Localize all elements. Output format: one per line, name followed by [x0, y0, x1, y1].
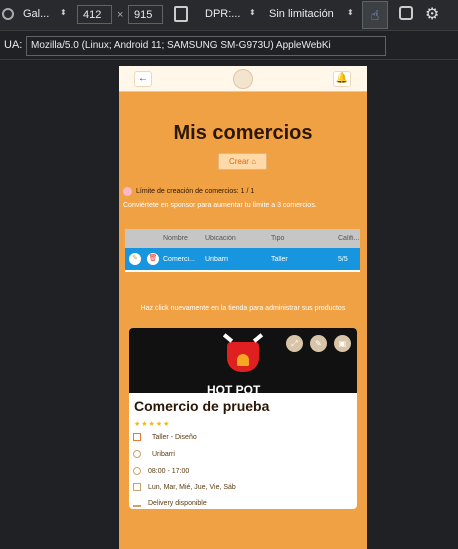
- dpr-select[interactable]: DPR:...: [205, 8, 240, 20]
- table-cell: 5/5: [338, 255, 348, 263]
- shop-card[interactable]: HOT POT ⤢ ✎ ▣ Comercio de prueba ★★★★★ T…: [129, 328, 357, 509]
- hours-text: 08:00 - 17:00: [148, 467, 190, 475]
- touch-icon[interactable]: ☝: [362, 1, 388, 29]
- hotpot-logo-icon: [217, 330, 269, 380]
- table-row[interactable]: ✎ 🗑 Comerci... Uribarri Taller 5/5: [125, 248, 360, 270]
- device-select[interactable]: Gal...: [23, 8, 49, 20]
- days-text: Lun, Mar, Mié, Jue, Vie, Sáb: [148, 483, 236, 491]
- shop-image: HOT POT ⤢ ✎ ▣: [129, 328, 357, 397]
- column-header: Ubicación: [205, 235, 236, 242]
- box-icon[interactable]: ▣: [334, 335, 351, 352]
- location-icon: [133, 450, 141, 458]
- chevron-updown-icon: ⬍: [347, 8, 354, 17]
- device-icon: [2, 8, 14, 20]
- avatar[interactable]: [233, 69, 253, 89]
- store-icon: [133, 433, 141, 441]
- rotate-icon[interactable]: [174, 6, 188, 22]
- edit-icon[interactable]: ✎: [310, 335, 327, 352]
- devtools-toolbar: Gal... ⬍ 412 × 915 DPR:... ⬍ Sin limitac…: [0, 0, 458, 30]
- expand-icon[interactable]: ⤢: [286, 335, 303, 352]
- category-text: Taller - Diseño: [152, 433, 197, 441]
- trash-icon[interactable]: 🗑: [146, 253, 159, 265]
- page-title: Mis comercios: [173, 122, 313, 144]
- height-input[interactable]: 915: [128, 5, 163, 24]
- back-button[interactable]: ←: [134, 71, 152, 87]
- image-caption: HOT POT: [207, 383, 261, 397]
- phone-viewport: ← 🔔 Mis comercios Crear ⌂ Límite de crea…: [119, 66, 367, 549]
- gear-icon[interactable]: ⚙: [425, 4, 439, 24]
- table-cell: Comerci...: [163, 255, 195, 263]
- hint-text: Haz click nuevamente en la tienda para a…: [140, 305, 346, 312]
- column-header: Tipo: [271, 235, 285, 242]
- ua-bar: UA: Mozilla/5.0 (Linux; Android 11; SAMS…: [0, 30, 458, 60]
- ua-input[interactable]: Mozilla/5.0 (Linux; Android 11; SAMSUNG …: [26, 36, 386, 56]
- column-header: Califi...: [338, 235, 360, 242]
- times-label: ×: [117, 9, 124, 21]
- table-cell: Uribarri: [205, 255, 228, 263]
- column-header: Nombre: [163, 235, 188, 242]
- throttle-select[interactable]: Sin limitación: [269, 8, 334, 20]
- notification-button[interactable]: 🔔: [333, 71, 351, 87]
- shop-title: Comercio de prueba: [134, 398, 270, 414]
- category-row: Taller - Diseño: [133, 433, 197, 441]
- top-bar: ← 🔔: [119, 66, 367, 92]
- location-text: Uribarri: [152, 450, 175, 458]
- delivery-row: Delivery disponible: [133, 499, 207, 507]
- days-row: Lun, Mar, Mié, Jue, Vie, Sáb: [133, 483, 236, 491]
- create-label: Crear: [228, 157, 249, 166]
- edit-icon[interactable]: ✎: [129, 253, 141, 265]
- limit-text: Límite de creación de comercios: 1 / 1: [136, 188, 255, 195]
- table-cell: Taller: [271, 255, 288, 263]
- width-input[interactable]: 412: [77, 5, 112, 24]
- limit-row: Límite de creación de comercios: 1 / 1: [123, 187, 254, 196]
- alert-icon: [123, 187, 132, 196]
- chevron-updown-icon: ⬍: [60, 8, 67, 17]
- chevron-updown-icon: ⬍: [249, 8, 256, 17]
- clock-icon: [133, 467, 141, 475]
- rating-stars: ★★★★★: [134, 421, 171, 428]
- create-button[interactable]: Crear ⌂: [218, 153, 267, 170]
- shops-table: Nombre Ubicación Tipo Califi... ✎ 🗑 Come…: [125, 229, 360, 272]
- camera-icon[interactable]: [399, 6, 413, 20]
- delivery-icon: [133, 499, 141, 507]
- location-row: Uribarri: [133, 450, 175, 458]
- store-icon: ⌂: [251, 157, 257, 166]
- table-header: Nombre Ubicación Tipo Califi...: [125, 229, 360, 248]
- hours-row: 08:00 - 17:00: [133, 467, 189, 475]
- sponsor-text: Conviértete en sponsor para aumentar tu …: [123, 202, 317, 209]
- ua-label: UA:: [4, 39, 23, 51]
- delivery-text: Delivery disponible: [148, 499, 207, 507]
- calendar-icon: [133, 483, 141, 491]
